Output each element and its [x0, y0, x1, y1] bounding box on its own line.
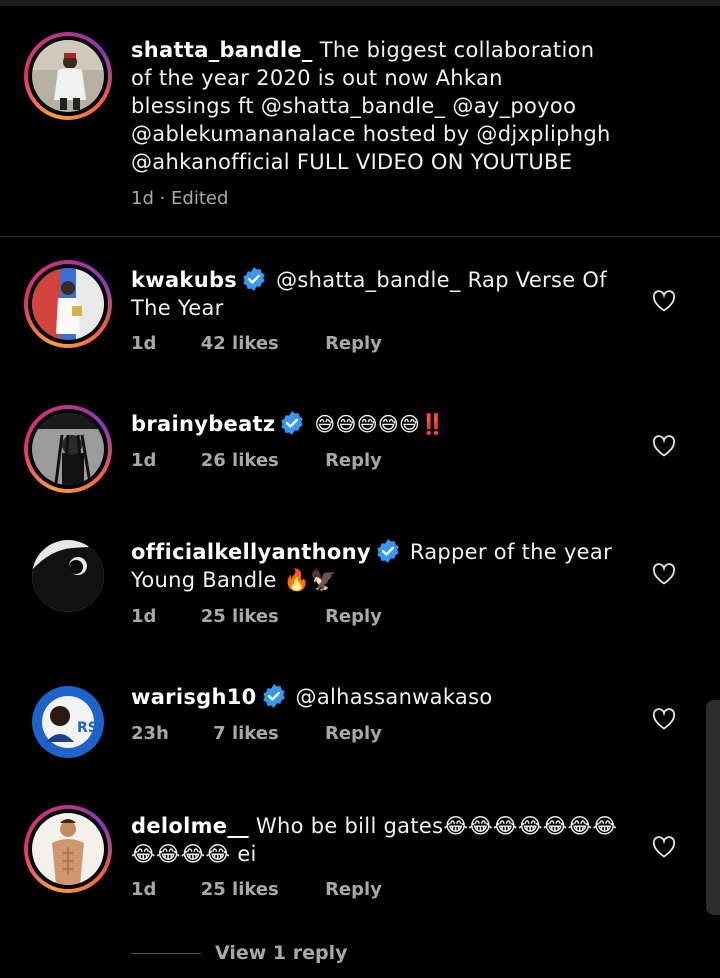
- comments-screen: shatta_bandle_ The biggest collaboration…: [0, 0, 720, 978]
- comment-likes[interactable]: 7 likes: [213, 723, 279, 744]
- top-edge: [0, 0, 720, 6]
- comment-time: 1d: [131, 450, 157, 471]
- caption-line-3: blessings ft @shatta_bandle_ @ay_poyoo: [131, 94, 577, 118]
- comment-time: 23h: [131, 723, 169, 744]
- reply-button[interactable]: Reply: [325, 606, 382, 627]
- comment-username[interactable]: brainybeatz: [131, 412, 275, 436]
- comment-meta: 1d 42 likes Reply: [131, 333, 382, 354]
- comment-body: delolme__ Who be bill gates😂😂😂😂😂😂😂😂😂😂😂 e…: [131, 812, 631, 868]
- comment-meta: 1d 25 likes Reply: [131, 879, 382, 900]
- replies-line-divider: [131, 953, 201, 954]
- comment-likes[interactable]: 42 likes: [201, 333, 279, 354]
- verified-badge-icon: [281, 411, 304, 435]
- heart-icon[interactable]: [652, 836, 676, 858]
- heart-icon[interactable]: [652, 563, 676, 585]
- heart-icon[interactable]: [652, 290, 676, 312]
- comment-username[interactable]: warisgh10: [131, 685, 257, 709]
- avatar-brainybeatz[interactable]: [24, 405, 112, 493]
- comment-body: warisgh10 @alhassanwakaso: [131, 683, 631, 711]
- caption-line-1: The biggest collaboration: [319, 38, 595, 62]
- comment-time: 1d: [131, 879, 157, 900]
- comment-body: kwakubs @shatta_bandle_ Rap Verse Of The…: [131, 266, 631, 322]
- verified-badge-icon: [377, 539, 399, 563]
- comment-body: officialkellyanthony Rapper of the year …: [131, 538, 631, 594]
- svg-text:RS: RS: [77, 720, 98, 736]
- comment-meta: 1d 25 likes Reply: [131, 606, 382, 627]
- reply-button[interactable]: Reply: [325, 723, 382, 744]
- reply-button[interactable]: Reply: [325, 333, 382, 354]
- comment-meta: 1d 26 likes Reply: [131, 450, 382, 471]
- reply-button[interactable]: Reply: [325, 450, 382, 471]
- comment-meta: 23h 7 likes Reply: [131, 723, 382, 744]
- comment-time: 1d: [131, 333, 157, 354]
- heart-icon[interactable]: [652, 708, 676, 730]
- comment-likes[interactable]: 25 likes: [201, 879, 279, 900]
- comment-text: 😅😅😅😅😅‼️: [314, 412, 446, 436]
- reply-button[interactable]: Reply: [325, 879, 382, 900]
- avatar-kwakubs[interactable]: [24, 260, 112, 348]
- avatar-officialkellyanthony[interactable]: [32, 540, 104, 612]
- caption-line-5: @ahkanofficial FULL VIDEO ON YOUTUBE: [131, 150, 573, 174]
- comment-body: brainybeatz 😅😅😅😅😅‼️: [131, 410, 631, 438]
- comment-username[interactable]: kwakubs: [131, 268, 237, 292]
- comment-likes[interactable]: 25 likes: [201, 606, 279, 627]
- avatar-shatta-bandle[interactable]: [24, 32, 112, 120]
- view-replies-button[interactable]: View 1 reply: [131, 942, 348, 964]
- avatar-delolme[interactable]: [24, 805, 112, 893]
- comment-likes[interactable]: 26 likes: [201, 450, 279, 471]
- comment-username[interactable]: officialkellyanthony: [131, 540, 371, 564]
- verified-badge-icon: [262, 684, 285, 708]
- heart-icon[interactable]: [652, 435, 676, 457]
- comment-username[interactable]: delolme__: [131, 814, 249, 838]
- caption-text: shatta_bandle_ The biggest collaboration…: [131, 36, 631, 176]
- scrollbar[interactable]: [706, 700, 720, 915]
- comment-text: @alhassanwakaso: [295, 685, 493, 709]
- caption-meta: 1d · Edited: [131, 188, 229, 209]
- verified-badge-icon: [243, 267, 265, 291]
- avatar-warisgh10[interactable]: RS: [32, 686, 104, 758]
- caption-divider: [0, 236, 720, 237]
- comment-time: 1d: [131, 606, 157, 627]
- caption-username[interactable]: shatta_bandle_: [131, 38, 313, 62]
- caption-line-2: of the year 2020 is out now Ahkan: [131, 66, 503, 90]
- caption-line-4: @ablekumananalace hosted by @djxpliphgh: [131, 122, 611, 146]
- view-replies-label[interactable]: View 1 reply: [215, 942, 348, 964]
